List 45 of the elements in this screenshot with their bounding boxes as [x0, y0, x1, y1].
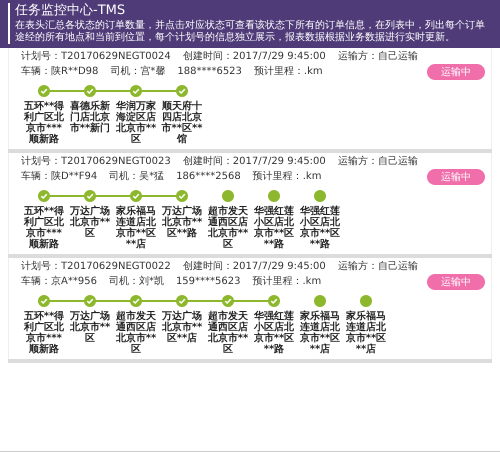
plan-info-text: 186****2568: [176, 171, 241, 183]
plan-info-text: 计划号：T20170629NEGT0022: [21, 261, 171, 273]
stop-name: 家乐福马连道店北京市**区**店: [115, 206, 157, 250]
stop-name: 华强红莲小区店北京市**区**路: [299, 206, 341, 250]
plan-info-text: 创建时间：2017/7/29 9:45:00: [182, 261, 326, 273]
stop-name: 顺天府十四店北京市**区**馆: [161, 101, 203, 145]
stop-name: 超市发天通西区店北京市**区: [207, 311, 249, 355]
stop-name: 万达广场北京市**区: [69, 206, 111, 239]
page-title: 任务监控中心-TMS: [15, 3, 126, 19]
status-button[interactable]: 运输中: [427, 274, 485, 290]
plan-info-text: 创建时间：2017/7/29 9:45:00: [182, 51, 326, 63]
plan-info-text: 车辆：陕R**D98: [21, 66, 98, 78]
stop-name: 喜德乐新门店北京市**新门: [69, 101, 111, 134]
stop-name: 家乐福马连道店北京市**区**店: [345, 311, 387, 355]
plan-info-text: 159****5623: [176, 276, 240, 288]
stop-name: 五环**得利广区北京市***顺新路: [23, 206, 65, 250]
plan-info-text: 计划号：T20170629NEGT0024: [21, 51, 171, 63]
stop-name: 华强红莲小区店北京市**区**路: [253, 206, 295, 250]
plan-info-text: 计划号：T20170629NEGT0023: [21, 156, 171, 168]
plan-info-text: 司机：刘*凯: [108, 276, 164, 288]
stop-name: 超市发天通西区店北京市**区: [207, 206, 249, 250]
plan-info-text: 车辆：京A**956: [21, 276, 97, 288]
plan-info-text: 运输方：自己运输: [338, 156, 418, 168]
plan-info-text: 运输方：自己运输: [338, 51, 418, 63]
plan-info-text: 车辆：陕D**F94: [21, 171, 98, 183]
stop-name: 万达广场北京市**区: [69, 311, 111, 344]
plan-info-text: 司机：吴*猛: [109, 171, 164, 183]
plan-info-text: 预计里程：.km: [252, 276, 322, 288]
plan-info-text: 预计里程：.km: [252, 171, 322, 183]
status-button[interactable]: 运输中: [427, 64, 485, 80]
plan-info-text: 预计里程：.km: [254, 66, 323, 78]
stop-name: 超市发天通西区店北京市**区: [115, 311, 157, 355]
plan-info-text: 188****6523: [177, 66, 242, 78]
plan-info-text: 司机：宫*馨: [110, 66, 166, 78]
stop-name: 万达广场北京市**区**店: [161, 311, 203, 344]
stop-name: 万达广场北京市**区**路: [161, 206, 203, 239]
stop-name: 家乐福马连道店北京市**区**店: [299, 311, 341, 355]
stop-name: 五环**得利广区北京市***顺新路: [23, 311, 65, 355]
stop-name: 五环**得利广区北京市***顺新路: [23, 101, 65, 145]
plan-info-text: 创建时间：2017/7/29 9:45:00: [182, 156, 326, 168]
stop-name: 华润万家海淀区店北京市**区: [115, 101, 157, 145]
status-button[interactable]: 运输中: [427, 169, 485, 185]
page-description: 在表头汇总各状态的订单数量，并点击对应状态可查看该状态下所有的订单信息，在列表中，列出每个订单途经的所有地点和当前到位置，每个计划号的信息独立展示，报表数据根据业务数据进行实时更新。: [15, 20, 486, 44]
stop-name: 华强红莲小区店北京市**区**路: [253, 311, 295, 355]
plan-info-text: 运输方：自己运输: [338, 261, 418, 273]
